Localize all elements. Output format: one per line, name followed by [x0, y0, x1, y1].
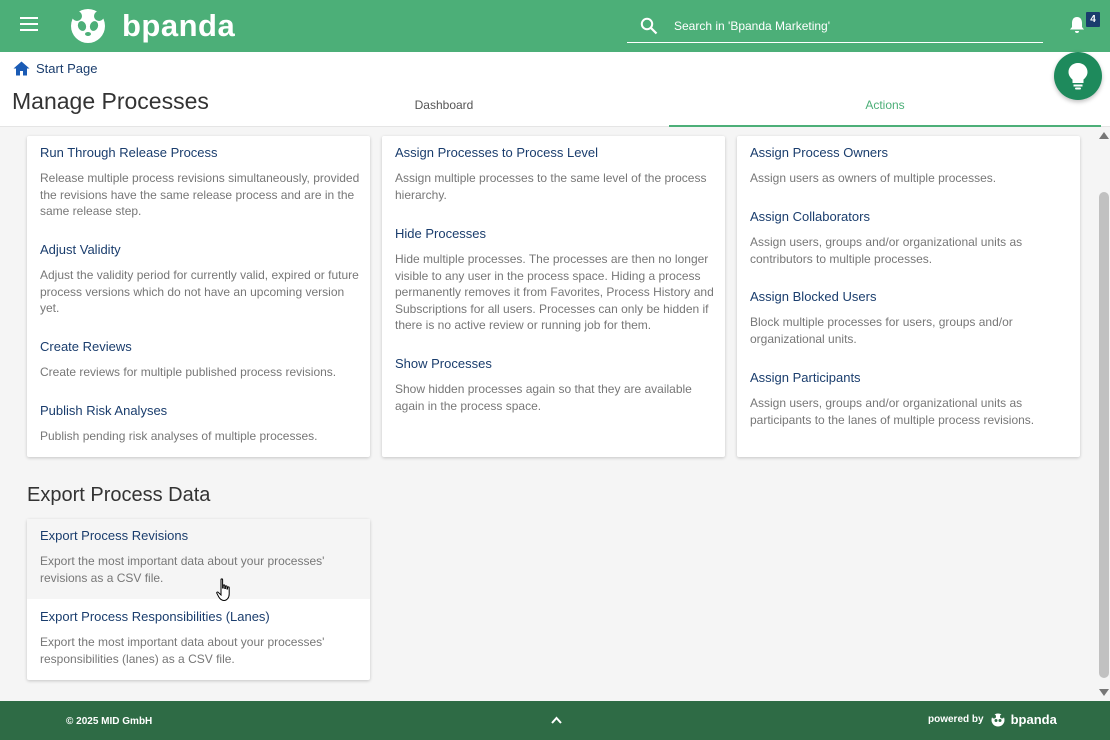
copyright-text: © 2025 MID GmbH: [66, 716, 153, 727]
action-description: Assign users, groups and/or organization…: [750, 396, 1035, 427]
hide-processes-link[interactable]: Hide Processes: [395, 226, 715, 241]
scrollbar-thumb[interactable]: [1099, 192, 1109, 678]
home-icon[interactable]: [13, 61, 30, 76]
assign-process-owners-link[interactable]: Assign Process Owners: [750, 145, 1070, 160]
export-card: Export Process Revisions Export the most…: [27, 519, 370, 680]
action-description: Block multiple processes for users, grou…: [750, 315, 1013, 346]
search-input[interactable]: [674, 19, 1034, 33]
run-through-release-link[interactable]: Run Through Release Process: [40, 145, 360, 160]
action-description: Assign users as owners of multiple proce…: [750, 171, 997, 185]
panda-logo-icon: [991, 713, 1005, 726]
lightbulb-icon: [1068, 63, 1088, 90]
export-process-responsibilities-link[interactable]: Export Process Responsibilities (Lanes): [40, 609, 360, 624]
page-title: Manage Processes: [12, 88, 209, 114]
export-process-revisions-link[interactable]: Export Process Revisions: [40, 528, 360, 543]
active-tab-indicator: [669, 125, 1101, 127]
show-processes-link[interactable]: Show Processes: [395, 356, 715, 371]
action-description: Export the most important data about you…: [40, 554, 325, 585]
vertical-scrollbar[interactable]: [1097, 128, 1110, 700]
action-item[interactable]: Export Process Revisions Export the most…: [40, 528, 360, 586]
create-reviews-link[interactable]: Create Reviews: [40, 339, 360, 354]
action-description: Assign users, groups and/or organization…: [750, 235, 1023, 266]
footer-brand: bpanda: [1010, 712, 1057, 727]
action-description: Release multiple process revisions simul…: [40, 171, 360, 218]
action-item: Hide Processes Hide multiple processes. …: [395, 226, 715, 334]
action-card-release: Run Through Release Process Release mult…: [27, 136, 370, 457]
page-header: Start Page Manage Processes Dashboard Ac…: [0, 52, 1110, 127]
action-description: Publish pending risk analyses of multipl…: [40, 429, 318, 443]
assign-process-level-link[interactable]: Assign Processes to Process Level: [395, 145, 715, 160]
scroll-up-arrow-icon[interactable]: [1099, 132, 1109, 139]
brand-name: bpanda: [122, 8, 236, 43]
notification-bell-icon[interactable]: [1069, 16, 1085, 34]
top-app-bar: bpanda 4: [0, 0, 1110, 52]
action-item: Assign Processes to Process Level Assign…: [395, 145, 715, 203]
publish-risk-analyses-link[interactable]: Publish Risk Analyses: [40, 403, 360, 418]
bpanda-logo[interactable]: bpanda: [70, 8, 235, 44]
action-item: Show Processes Show hidden processes aga…: [395, 356, 715, 414]
powered-by: powered by bpanda: [928, 712, 1057, 727]
action-item[interactable]: Export Process Responsibilities (Lanes) …: [40, 609, 360, 667]
notification-badge[interactable]: 4: [1086, 12, 1100, 27]
action-item: Publish Risk Analyses Publish pending ri…: [40, 403, 360, 445]
tab-dashboard[interactable]: Dashboard: [330, 98, 558, 112]
assign-participants-link[interactable]: Assign Participants: [750, 370, 1070, 385]
hamburger-menu-icon[interactable]: [20, 17, 38, 31]
assign-collaborators-link[interactable]: Assign Collaborators: [750, 209, 1070, 224]
action-item: Create Reviews Create reviews for multip…: [40, 339, 360, 381]
chevron-up-icon[interactable]: [551, 716, 562, 724]
hand-pointer-cursor-icon: [216, 578, 230, 602]
tab-actions[interactable]: Actions: [669, 98, 1101, 112]
action-item: Assign Collaborators Assign users, group…: [750, 209, 1070, 267]
search-bar[interactable]: [627, 10, 1043, 43]
search-icon[interactable]: [640, 17, 658, 35]
action-item: Assign Blocked Users Block multiple proc…: [750, 289, 1070, 347]
assign-blocked-users-link[interactable]: Assign Blocked Users: [750, 289, 1070, 304]
action-description: Show hidden processes again so that they…: [395, 382, 692, 413]
breadcrumb[interactable]: Start Page: [13, 61, 97, 76]
action-item: Adjust Validity Adjust the validity peri…: [40, 242, 360, 317]
powered-by-label: powered by: [928, 714, 984, 725]
action-card-assignments: Assign Process Owners Assign users as ow…: [737, 136, 1080, 457]
action-description: Adjust the validity period for currently…: [40, 268, 359, 315]
breadcrumb-start-page[interactable]: Start Page: [36, 61, 97, 76]
panda-logo-icon: [71, 9, 105, 43]
action-description: Hide multiple processes. The processes a…: [395, 252, 714, 332]
action-description: Create reviews for multiple published pr…: [40, 365, 337, 379]
action-card-processes: Assign Processes to Process Level Assign…: [382, 136, 725, 457]
action-description: Export the most important data about you…: [40, 635, 325, 666]
action-item: Assign Process Owners Assign users as ow…: [750, 145, 1070, 187]
footer: © 2025 MID GmbH powered by bpanda: [0, 701, 1110, 740]
action-item: Run Through Release Process Release mult…: [40, 145, 360, 220]
adjust-validity-link[interactable]: Adjust Validity: [40, 242, 360, 257]
action-item: Assign Participants Assign users, groups…: [750, 370, 1070, 428]
action-description: Assign multiple processes to the same le…: [395, 171, 707, 202]
scroll-down-arrow-icon[interactable]: [1099, 689, 1109, 696]
help-tips-button[interactable]: [1054, 52, 1102, 100]
export-section-title: Export Process Data: [27, 484, 211, 506]
